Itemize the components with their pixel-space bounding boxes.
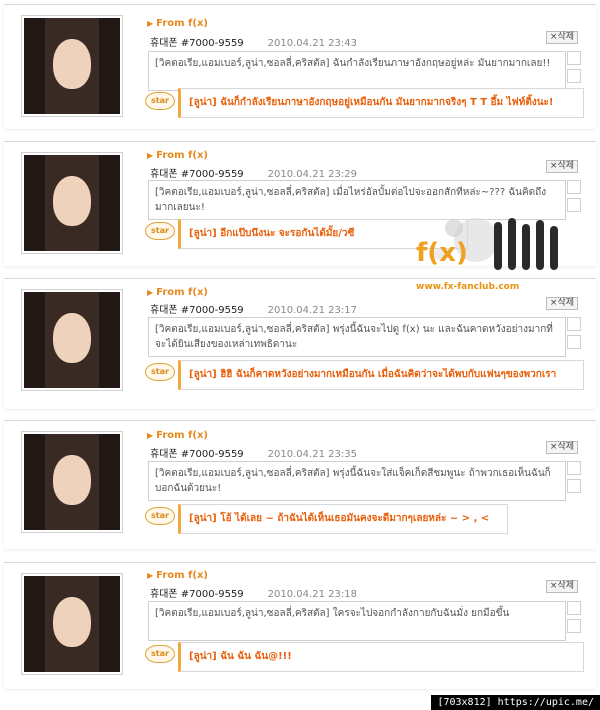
- arrow-icon: ▶: [147, 431, 154, 440]
- star-icon: star: [145, 363, 175, 381]
- timestamp: 2010.04.21 23:29: [267, 169, 357, 180]
- arrow-icon: ▶: [147, 19, 154, 28]
- scrollbar[interactable]: [567, 601, 581, 637]
- post-card: ▶ From f(x) 휴대폰 #7000-9559 2010.04.21 23:3…: [4, 420, 596, 549]
- timestamp: 2010.04.21 23:35: [267, 449, 357, 460]
- watermark-site: www.fx-fanclub.com: [416, 282, 520, 292]
- fanclub-watermark: f(x) www.fx-fanclub.com: [416, 210, 566, 305]
- reply-text: [ลูน่า] ฉันก็กำลังเรียนภาษาอังกฤษอยู่เหม…: [178, 88, 584, 118]
- image-source-tag: [703x812] https://upic.me/: [431, 695, 600, 710]
- reply-text: [ลูน่า] ฉัน ฉัน ฉัน@!!!: [178, 642, 584, 672]
- from-label: ▶ From f(x): [147, 150, 208, 161]
- post-card: ▶ From f(x) 휴대폰 #7000-9559 2010.04.21 23:4…: [4, 4, 596, 129]
- avatar: [21, 431, 123, 533]
- message-text: [วิคตอเรีย,แอมเบอร์,ลูน่า,ซอลลี่,คริสตัล…: [148, 461, 566, 501]
- watermark-logo: f(x): [416, 238, 468, 268]
- phone-number: 휴대폰 #7000-9559: [150, 169, 244, 180]
- star-icon: star: [145, 222, 175, 240]
- phone-number: 휴대폰 #7000-9559: [150, 38, 244, 49]
- scrollbar[interactable]: [567, 180, 581, 216]
- reply-text: [ลูน่า] โอ้ ได้เลย ~ ถ้าฉันได้เห็นเธอมัน…: [178, 504, 508, 534]
- from-label: ▶ From f(x): [147, 287, 208, 298]
- timestamp: 2010.04.21 23:17: [267, 305, 357, 316]
- post-meta: 휴대폰 #7000-9559 2010.04.21 23:29: [150, 165, 357, 180]
- from-label: ▶ From f(x): [147, 570, 208, 581]
- delete-button[interactable]: ×삭제: [545, 580, 578, 593]
- post-card: ▶ From f(x) 휴대폰 #7000-9559 2010.04.21 23:1…: [4, 562, 596, 689]
- avatar: [21, 15, 123, 117]
- reply-text: [ลูน่า] ฮิฮิ ฉันก็คาดหวังอย่างมากเหมือนก…: [178, 360, 584, 390]
- post-meta: 휴대폰 #7000-9559 2010.04.21 23:17: [150, 301, 357, 316]
- message-text: [วิคตอเรีย,แอมเบอร์,ลูน่า,ซอลลี่,คริสตัล…: [148, 601, 566, 641]
- phone-number: 휴대폰 #7000-9559: [150, 305, 244, 316]
- scrollbar[interactable]: [567, 461, 581, 497]
- delete-button[interactable]: ×삭제: [545, 31, 578, 44]
- avatar: [21, 152, 123, 254]
- arrow-icon: ▶: [147, 571, 154, 580]
- arrow-icon: ▶: [147, 288, 154, 297]
- scrollbar[interactable]: [567, 317, 581, 353]
- post-meta: 휴대폰 #7000-9559 2010.04.21 23:18: [150, 585, 357, 600]
- star-icon: star: [145, 645, 175, 663]
- avatar: [21, 289, 123, 391]
- scrollbar[interactable]: [567, 51, 581, 87]
- message-text: [วิคตอเรีย,แอมเบอร์,ลูน่า,ซอลลี่,คริสตัล…: [148, 317, 566, 357]
- message-text: [วิคตอเรีย,แอมเบอร์,ลูน่า,ซอลลี่,คริสตัล…: [148, 51, 566, 91]
- from-label: ▶ From f(x): [147, 18, 208, 29]
- phone-number: 휴대폰 #7000-9559: [150, 449, 244, 460]
- timestamp: 2010.04.21 23:18: [267, 589, 357, 600]
- from-label: ▶ From f(x): [147, 430, 208, 441]
- star-icon: star: [145, 92, 175, 110]
- delete-button[interactable]: ×삭제: [545, 441, 578, 454]
- timestamp: 2010.04.21 23:43: [267, 38, 357, 49]
- arrow-icon: ▶: [147, 151, 154, 160]
- avatar: [21, 573, 123, 675]
- phone-number: 휴대폰 #7000-9559: [150, 589, 244, 600]
- star-icon: star: [145, 507, 175, 525]
- post-meta: 휴대폰 #7000-9559 2010.04.21 23:43: [150, 34, 357, 49]
- post-meta: 휴대폰 #7000-9559 2010.04.21 23:35: [150, 445, 357, 460]
- delete-button[interactable]: ×삭제: [545, 160, 578, 173]
